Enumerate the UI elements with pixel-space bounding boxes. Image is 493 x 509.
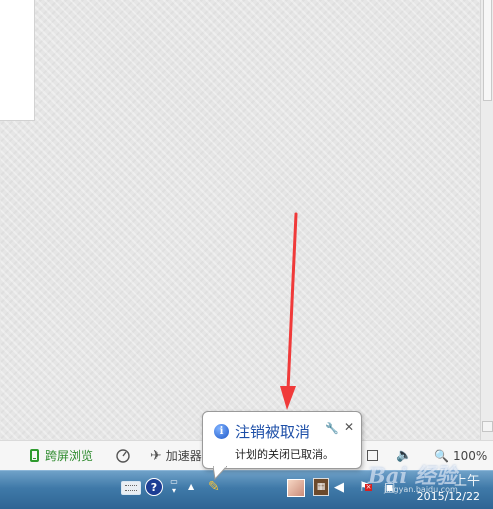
help-icon[interactable]: ? [145, 478, 163, 496]
gauge-button[interactable] [115, 441, 131, 470]
rocket-icon: ✈ [150, 447, 162, 464]
scroll-down-button[interactable] [482, 421, 493, 432]
volume-icon[interactable]: ◀ [334, 480, 344, 495]
picture-icon[interactable] [287, 479, 305, 497]
accelerator-label: 加速器 [165, 449, 202, 463]
document-workspace [0, 0, 493, 440]
gauge-icon [116, 448, 130, 463]
watermark-url: jingyan.baidu.com [384, 485, 458, 494]
vertical-scrollbar[interactable] [480, 0, 493, 440]
zoom-label: 100% [452, 448, 488, 463]
network-icon[interactable]: ▦ [313, 478, 329, 496]
notification-balloon[interactable]: i 注销被取消 计划的关闭已取消。 🔧 ✕ [202, 411, 362, 469]
balloon-title: 注销被取消 [235, 423, 311, 441]
cross-screen-button[interactable]: 跨屏浏览 [30, 441, 93, 470]
tray-up-icon[interactable]: ▲ [188, 482, 194, 491]
document-page[interactable] [0, 0, 35, 121]
close-icon[interactable]: ✕ [344, 420, 354, 434]
phone-icon [30, 449, 39, 462]
info-icon: i [214, 424, 229, 439]
balloon-tail [213, 466, 227, 480]
keyboard-icon[interactable] [121, 481, 141, 495]
restore-icon[interactable]: ▭ ▾ [168, 475, 180, 497]
wrench-icon[interactable]: 🔧 [325, 422, 339, 435]
tray-app-icon[interactable]: ✎ [208, 479, 220, 495]
accelerator-button[interactable]: ✈ 加速器 [150, 441, 202, 470]
cross-screen-label: 跨屏浏览 [45, 449, 94, 463]
scrollbar-thumb[interactable] [483, 0, 492, 101]
balloon-message: 计划的关闭已取消。 [235, 448, 334, 461]
